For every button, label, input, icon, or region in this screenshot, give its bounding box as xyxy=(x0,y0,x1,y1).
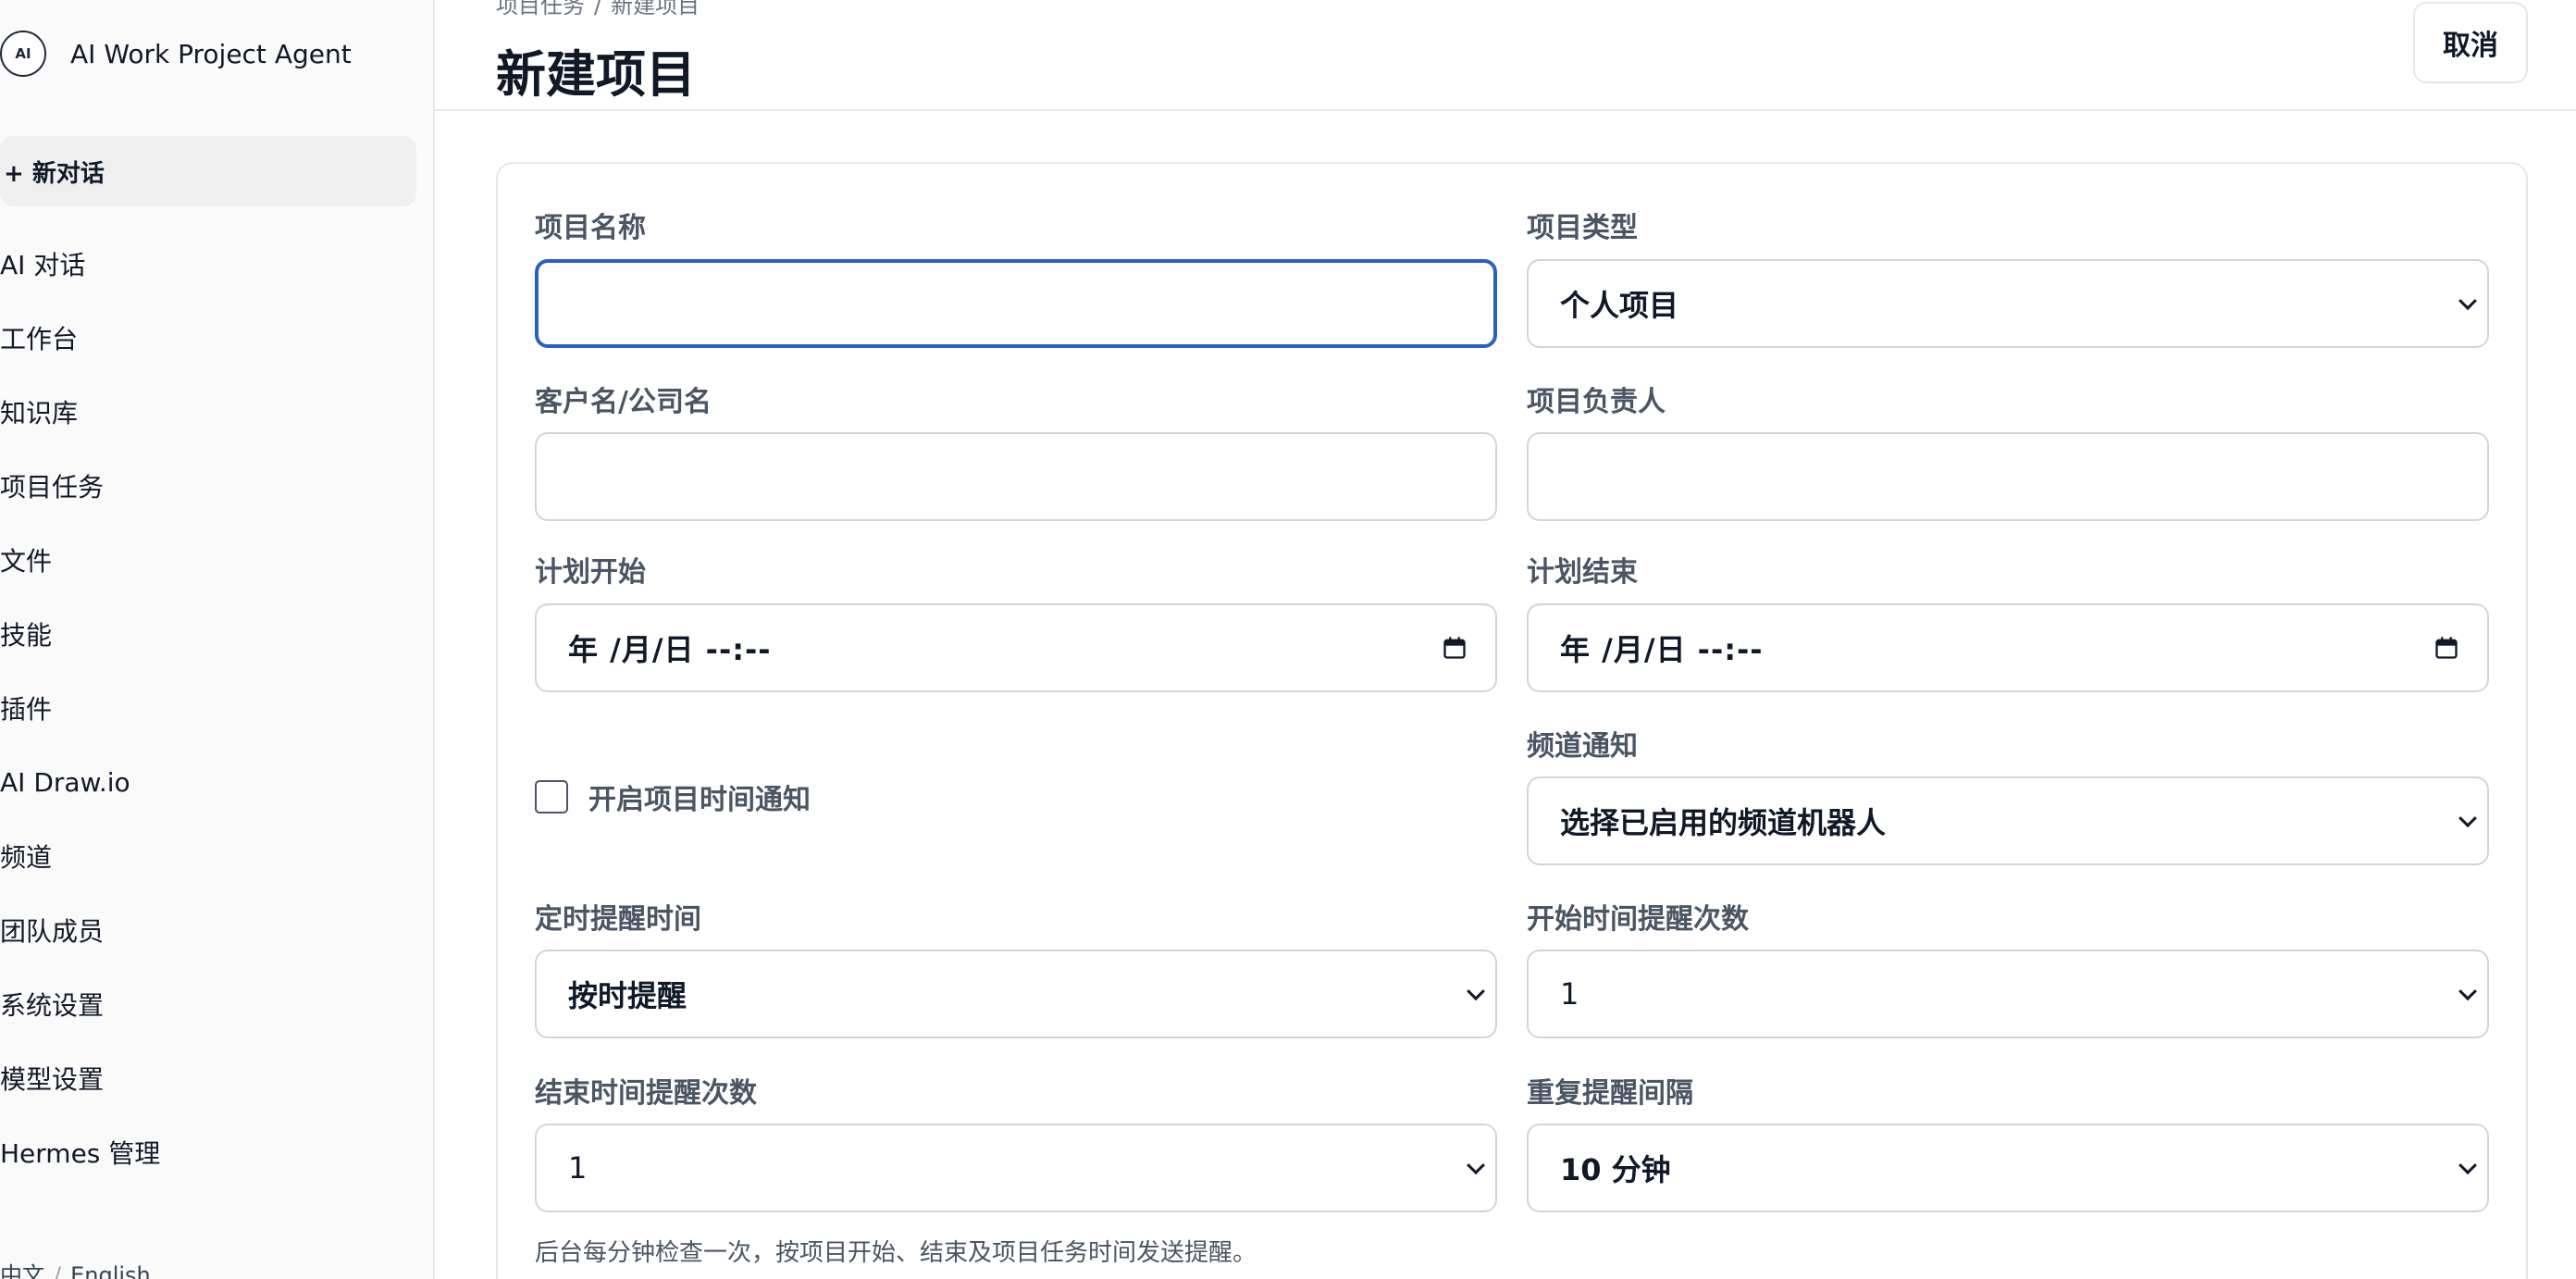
main-content: 项目任务 / 新建项目 新建项目 取消 项目名称 项目类型 个人项目 客户名/公司名… xyxy=(435,0,2576,1279)
lang-separator: / xyxy=(54,1262,62,1279)
project-owner-input[interactable] xyxy=(1527,432,2489,521)
sidebar-item-knowledge-base[interactable]: 知识库 xyxy=(0,375,426,449)
client-name-label: 客户名/公司名 xyxy=(535,386,712,418)
breadcrumb-separator: / xyxy=(594,0,602,19)
chevron-down-icon xyxy=(1467,982,1485,1001)
sidebar: AI AI Work Project Agent + 新对话 AI 对话 工作台… xyxy=(0,0,435,1279)
breadcrumb-parent-link[interactable]: 项目任务 xyxy=(496,0,585,19)
project-type-label: 项目类型 xyxy=(1527,212,1638,244)
brand[interactable]: AI AI Work Project Agent xyxy=(0,28,352,80)
repeat-interval-label: 重复提醒间隔 xyxy=(1527,1077,1693,1110)
breadcrumb-current: 新建项目 xyxy=(611,0,700,19)
chevron-down-icon xyxy=(2458,982,2477,1001)
language-switcher: 中文 / English xyxy=(0,1257,151,1279)
start-reminder-count-value: 1 xyxy=(1560,976,1579,1012)
project-type-value: 个人项目 xyxy=(1560,288,1679,323)
new-chat-button[interactable]: + 新对话 xyxy=(0,136,416,206)
lang-en-link[interactable]: English xyxy=(70,1262,151,1279)
reminder-time-select[interactable]: 按时提醒 xyxy=(535,950,1497,1038)
reminder-time-label: 定时提醒时间 xyxy=(535,903,701,936)
end-reminder-count-value: 1 xyxy=(568,1150,588,1186)
brand-name: AI Work Project Agent xyxy=(70,38,352,69)
page-title: 新建项目 xyxy=(496,45,696,104)
calendar-icon[interactable] xyxy=(1442,635,1468,661)
plan-end-value: 年 /月/日 --:-- xyxy=(1560,632,1764,667)
sidebar-item-workbench[interactable]: 工作台 xyxy=(0,301,426,375)
channel-notify-label: 频道通知 xyxy=(1527,730,1638,763)
sidebar-item-model-settings[interactable]: 模型设置 xyxy=(0,1041,426,1115)
plan-start-label: 计划开始 xyxy=(535,556,646,589)
plan-end-label: 计划结束 xyxy=(1527,556,1638,589)
reminder-hint-text: 后台每分钟检查一次，按项目开始、结束及项目任务时间发送提醒。 xyxy=(535,1239,1257,1267)
end-reminder-count-select[interactable]: 1 xyxy=(535,1124,1497,1212)
sidebar-item-system-settings[interactable]: 系统设置 xyxy=(0,967,426,1041)
enable-notify-label: 开启项目时间通知 xyxy=(588,784,811,816)
sidebar-item-hermes-admin[interactable]: Hermes 管理 xyxy=(0,1115,426,1189)
sidebar-item-files[interactable]: 文件 xyxy=(0,523,426,597)
plan-start-value: 年 /月/日 --:-- xyxy=(568,632,772,667)
plan-start-datetime-input[interactable]: 年 /月/日 --:-- xyxy=(535,603,1497,692)
client-name-input[interactable] xyxy=(535,432,1497,521)
sidebar-item-channels[interactable]: 频道 xyxy=(0,819,426,893)
chevron-down-icon xyxy=(2458,809,2477,828)
cancel-button[interactable]: 取消 xyxy=(2413,2,2528,83)
breadcrumb: 项目任务 / 新建项目 xyxy=(496,0,700,19)
sidebar-nav: AI 对话 工作台 知识库 项目任务 文件 技能 插件 AI Draw.io 频… xyxy=(0,227,426,1189)
end-reminder-count-label: 结束时间提醒次数 xyxy=(535,1077,757,1110)
project-type-select[interactable]: 个人项目 xyxy=(1527,259,2489,348)
project-name-label: 项目名称 xyxy=(535,212,646,244)
sidebar-item-ai-chat[interactable]: AI 对话 xyxy=(0,227,426,301)
sidebar-item-ai-drawio[interactable]: AI Draw.io xyxy=(0,745,426,819)
lang-zh-link[interactable]: 中文 xyxy=(0,1262,44,1279)
enable-notify-checkbox[interactable] xyxy=(535,780,568,813)
chevron-down-icon xyxy=(1467,1156,1485,1175)
project-form-card: 项目名称 项目类型 个人项目 客户名/公司名 项目负责人 计划开始 年 /月/日… xyxy=(496,162,2528,1279)
start-reminder-count-label: 开始时间提醒次数 xyxy=(1527,903,1749,936)
channel-notify-select[interactable]: 选择已启用的频道机器人 xyxy=(1527,776,2489,865)
repeat-interval-value: 10 分钟 xyxy=(1560,1152,1671,1187)
plan-end-datetime-input[interactable]: 年 /月/日 --:-- xyxy=(1527,603,2489,692)
enable-notify-toggle[interactable]: 开启项目时间通知 xyxy=(535,776,811,817)
repeat-interval-select[interactable]: 10 分钟 xyxy=(1527,1124,2489,1212)
project-owner-label: 项目负责人 xyxy=(1527,386,1666,418)
page-header: 项目任务 / 新建项目 新建项目 取消 xyxy=(435,0,2576,111)
brand-logo-icon: AI xyxy=(0,31,46,77)
chevron-down-icon xyxy=(2458,1156,2477,1175)
reminder-time-value: 按时提醒 xyxy=(568,978,687,1013)
sidebar-item-skills[interactable]: 技能 xyxy=(0,597,426,671)
app-root: AI AI Work Project Agent + 新对话 AI 对话 工作台… xyxy=(0,0,2576,1279)
calendar-icon[interactable] xyxy=(2434,635,2459,661)
sidebar-item-team-members[interactable]: 团队成员 xyxy=(0,893,426,967)
project-name-input[interactable] xyxy=(535,259,1497,348)
sidebar-item-project-tasks[interactable]: 项目任务 xyxy=(0,449,426,523)
channel-notify-value: 选择已启用的频道机器人 xyxy=(1560,805,1887,840)
sidebar-item-plugins[interactable]: 插件 xyxy=(0,671,426,745)
chevron-down-icon xyxy=(2458,292,2477,311)
start-reminder-count-select[interactable]: 1 xyxy=(1527,950,2489,1038)
